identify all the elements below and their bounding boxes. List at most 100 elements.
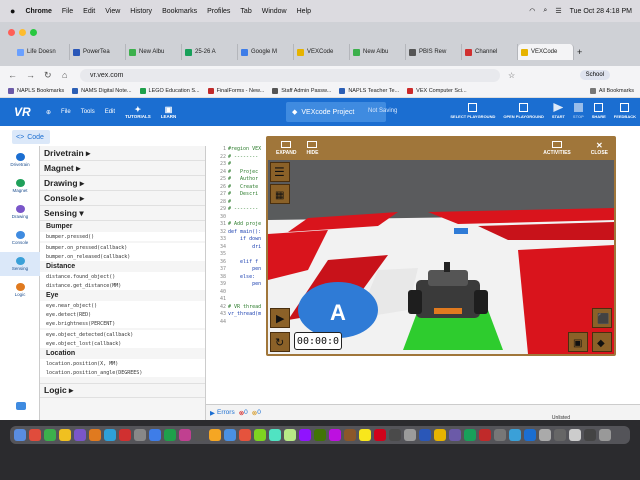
browser-tab[interactable]: VEXCode	[294, 44, 350, 60]
profile-button[interactable]: School	[579, 70, 610, 80]
code-line[interactable]: # VR thread	[228, 304, 261, 312]
code-line[interactable]: #region VEX	[228, 146, 261, 154]
menubar-view[interactable]: View	[105, 8, 120, 15]
dock-app-icon[interactable]	[314, 429, 326, 441]
tutorials-button[interactable]: ✦ TUTORIALS	[125, 105, 151, 119]
code-line[interactable]	[228, 296, 261, 304]
dock-app-icon[interactable]	[419, 429, 431, 441]
category-drawing[interactable]: Drawing	[0, 200, 40, 224]
command-snippet[interactable]: eye.object_lost(callback)	[40, 339, 205, 348]
hide-button[interactable]: HIDE	[306, 140, 318, 156]
reload-icon[interactable]: ↻	[44, 70, 54, 81]
dock-app-icon[interactable]	[89, 429, 101, 441]
code-line[interactable]: pen	[228, 281, 261, 289]
dock-app-icon[interactable]	[149, 429, 161, 441]
menubar-profiles[interactable]: Profiles	[207, 8, 230, 15]
url-field[interactable]: vr.vex.com	[80, 68, 500, 82]
code-line[interactable]	[228, 319, 261, 327]
dock-app-icon[interactable]	[569, 429, 581, 441]
dock-app-icon[interactable]	[524, 429, 536, 441]
tools-menu[interactable]: Tools	[81, 109, 95, 115]
flyout-section-console[interactable]: Console ▸	[40, 191, 205, 206]
search-icon[interactable]: ⌕	[543, 7, 547, 15]
code-line[interactable]	[228, 251, 261, 259]
code-tab[interactable]: <> Code	[12, 130, 50, 144]
dock-app-icon[interactable]	[404, 429, 416, 441]
flyout-section-magnet[interactable]: Magnet ▸	[40, 161, 205, 176]
menubar-bookmarks[interactable]: Bookmarks	[162, 8, 197, 15]
command-snippet[interactable]: eye.object_detected(callback)	[40, 330, 205, 339]
command-snippet[interactable]: location.position(X, MM)	[40, 359, 205, 368]
overhead-view-button[interactable]: ▣	[568, 332, 588, 352]
dock-app-icon[interactable]	[224, 429, 236, 441]
expand-button[interactable]: EXPAND	[276, 140, 296, 156]
select-playground-button[interactable]: SELECT PLAYGROUND	[450, 103, 495, 119]
browser-tab[interactable]: Life Doesn	[14, 44, 70, 60]
code-line[interactable]	[228, 289, 261, 297]
bookmark-item[interactable]: VEX Computer Sci...	[407, 87, 467, 94]
globe-icon[interactable]: ⊕	[46, 109, 51, 116]
code-line[interactable]: # Projec	[228, 169, 261, 177]
dock-app-icon[interactable]	[119, 429, 131, 441]
bookmark-item[interactable]: NAMS Digital Note...	[72, 87, 132, 94]
activities-button[interactable]: ACTIVITIES	[543, 140, 571, 156]
command-snippet[interactable]: eye.near_object()	[40, 301, 205, 310]
code-line[interactable]: # --------	[228, 154, 261, 162]
flyout-section-sensing[interactable]: Sensing ▾	[40, 206, 205, 221]
forward-icon[interactable]: →	[26, 70, 36, 80]
dock-app-icon[interactable]	[479, 429, 491, 441]
browser-tab[interactable]: New Albu	[350, 44, 406, 60]
menubar-window[interactable]: Window	[262, 8, 287, 15]
learn-button[interactable]: ▣ LEARN	[161, 105, 177, 119]
dock-app-icon[interactable]	[179, 429, 191, 441]
extensions-icon[interactable]	[16, 402, 26, 410]
category-drivetrain[interactable]: Drivetrain	[0, 148, 40, 172]
menubar-history[interactable]: History	[130, 8, 152, 15]
errors-bar[interactable]: ▶ Errors ⊗ 0 ⊗ 0	[206, 404, 640, 420]
menu-toggle-button[interactable]: ☰	[270, 162, 290, 182]
command-snippet[interactable]: bumper.on_pressed(callback)	[40, 243, 205, 252]
camera-view-button[interactable]: ⬛	[592, 308, 612, 328]
command-snippet[interactable]: distance.found_object()	[40, 272, 205, 281]
flyout-section-logic[interactable]: Logic ▸	[40, 383, 205, 398]
dashboard-button[interactable]: ▦	[270, 184, 290, 204]
dock-app-icon[interactable]	[329, 429, 341, 441]
bookmark-item[interactable]: Staff Admin Passw...	[272, 87, 331, 94]
dock-app-icon[interactable]	[584, 429, 596, 441]
command-snippet[interactable]: location.position_angle(DEGREES)	[40, 368, 205, 377]
menubar-clock[interactable]: Tue Oct 28 4:18 PM	[570, 8, 632, 15]
dock-app-icon[interactable]	[254, 429, 266, 441]
menubar-tab[interactable]: Tab	[240, 8, 251, 15]
category-console[interactable]: Console	[0, 226, 40, 250]
dock-app-icon[interactable]	[269, 429, 281, 441]
menubar-help[interactable]: Help	[297, 8, 311, 15]
command-snippet[interactable]: bumper.pressed()	[40, 232, 205, 241]
dock-app-icon[interactable]	[359, 429, 371, 441]
close-window-icon[interactable]	[8, 29, 15, 36]
file-menu[interactable]: File	[61, 109, 71, 115]
command-snippet[interactable]: eye.detect(RED)	[40, 310, 205, 319]
code-line[interactable]: def main():	[228, 229, 261, 237]
dock-app-icon[interactable]	[449, 429, 461, 441]
code-line[interactable]	[228, 214, 261, 222]
wifi-icon[interactable]: ◠	[529, 7, 535, 15]
back-icon[interactable]: ←	[8, 70, 18, 80]
command-snippet[interactable]: eye.brightness(PERCENT)	[40, 319, 205, 328]
dock-app-icon[interactable]	[239, 429, 251, 441]
menubar-edit[interactable]: Edit	[83, 8, 95, 15]
category-sensing[interactable]: Sensing	[0, 252, 40, 276]
feedback-button[interactable]: FEEDBACK	[614, 103, 636, 119]
bookmark-item[interactable]: NAPLS Teacher Te...	[339, 87, 399, 94]
dock-app-icon[interactable]	[599, 429, 611, 441]
dock-app-icon[interactable]	[164, 429, 176, 441]
dock-app-icon[interactable]	[554, 429, 566, 441]
apple-icon[interactable]: ●	[10, 6, 15, 16]
dock-app-icon[interactable]	[509, 429, 521, 441]
menubar-file[interactable]: File	[62, 8, 73, 15]
edit-menu[interactable]: Edit	[105, 109, 115, 115]
browser-tab[interactable]: New Albu	[126, 44, 182, 60]
bookmark-item[interactable]: LEGO Education S...	[139, 87, 200, 94]
playground-3d-view[interactable]: A ☰ ▦ ▶ ↻ 00:00:0 ⬛ ▣ ◆	[268, 160, 614, 354]
code-line[interactable]: # Descri	[228, 191, 261, 199]
new-tab-button[interactable]: +	[574, 44, 588, 60]
